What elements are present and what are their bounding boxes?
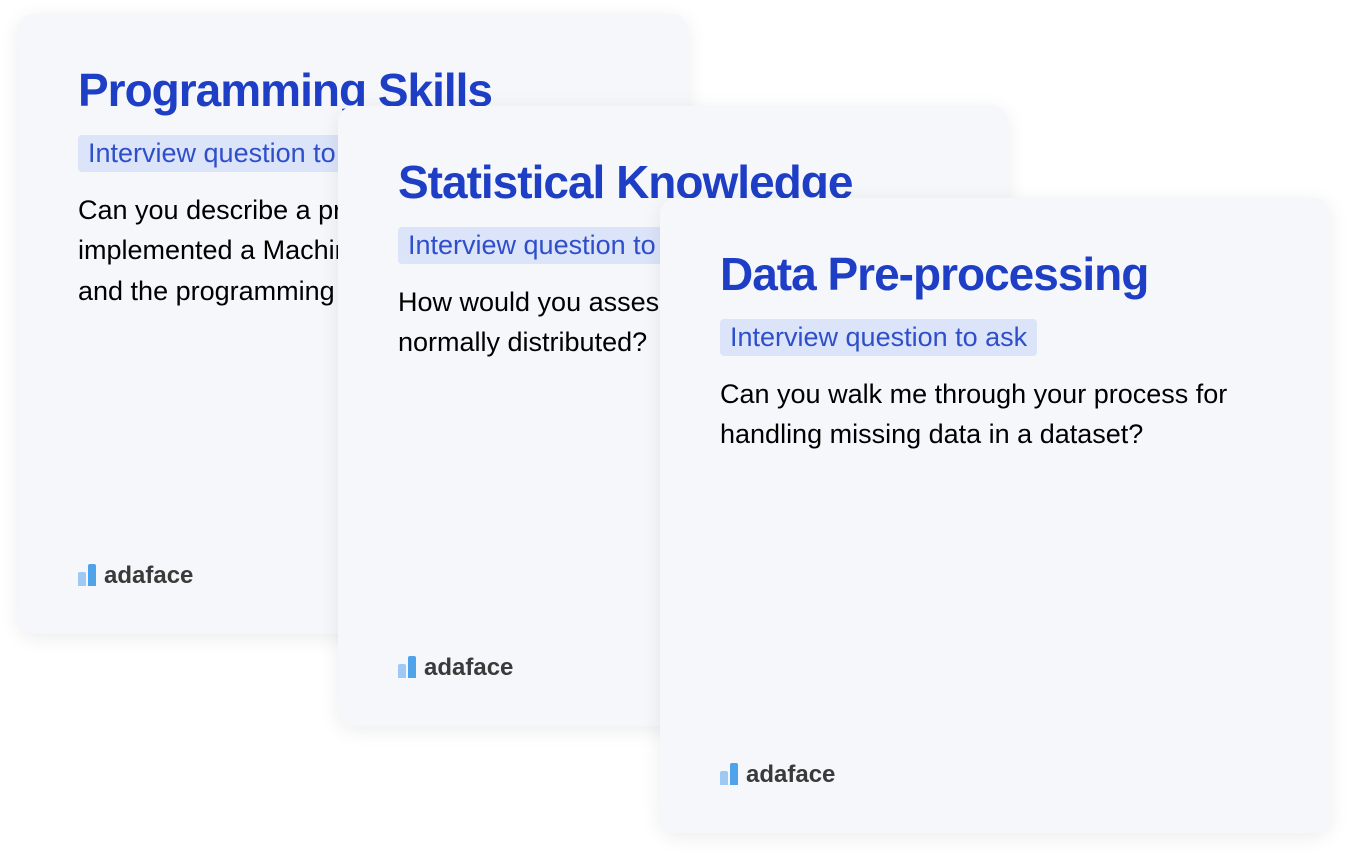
brand-logo: adaface	[398, 656, 513, 678]
adaface-icon	[78, 564, 96, 586]
card-body: Can you walk me through your process for…	[720, 374, 1270, 455]
interview-badge: Interview question to ask	[720, 319, 1037, 356]
card-title: Data Pre-processing	[720, 248, 1270, 301]
brand-logo: adaface	[78, 564, 193, 586]
adaface-icon	[398, 656, 416, 678]
adaface-icon	[720, 763, 738, 785]
brand-text: adaface	[424, 656, 513, 680]
brand-text: adaface	[746, 763, 835, 787]
brand-logo: adaface	[720, 763, 835, 785]
interview-card-preprocessing: Data Pre-processing Interview question t…	[660, 198, 1330, 833]
brand-text: adaface	[104, 564, 193, 588]
